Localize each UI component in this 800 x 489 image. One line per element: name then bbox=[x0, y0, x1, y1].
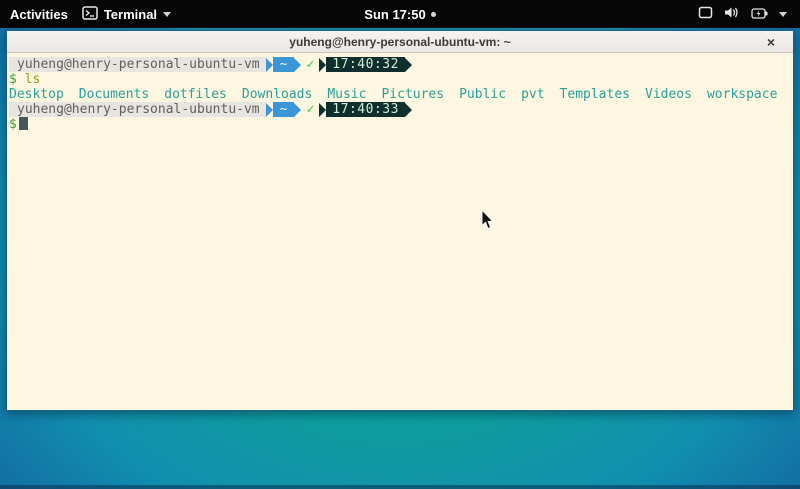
battery-charging-icon bbox=[751, 7, 768, 22]
window-title: yuheng@henry-personal-ubuntu-vm: ~ bbox=[289, 35, 510, 49]
text-cursor bbox=[19, 117, 28, 130]
activities-button[interactable]: Activities bbox=[10, 7, 68, 22]
display-icon bbox=[698, 6, 713, 22]
gnome-top-bar: Activities Terminal Sun 17:50 bbox=[0, 0, 800, 28]
ls-output-line: Desktop Documents dotfiles Downloads Mus… bbox=[9, 87, 793, 102]
window-titlebar[interactable]: yuheng@henry-personal-ubuntu-vm: ~ × bbox=[7, 31, 793, 53]
notification-dot-icon bbox=[431, 12, 436, 17]
powerline-arrow-icon bbox=[266, 103, 273, 117]
powerline-arrow-icon bbox=[405, 103, 412, 117]
prompt-time-segment: 17:40:33 bbox=[326, 102, 405, 117]
prompt-status-check-icon: ✓ bbox=[301, 57, 319, 72]
prompt-dir-segment: ~ bbox=[273, 102, 295, 117]
directory-name: workspace bbox=[707, 87, 777, 102]
prompt-user-segment: yuheng@henry-personal-ubuntu-vm bbox=[9, 102, 266, 117]
app-menu-label: Terminal bbox=[104, 7, 157, 22]
desktop: Activities Terminal Sun 17:50 bbox=[0, 0, 800, 489]
powerline-arrow-icon bbox=[294, 103, 301, 117]
powerline-arrow-icon bbox=[266, 58, 273, 72]
prompt-line: yuheng@henry-personal-ubuntu-vm ~ ✓ 17:4… bbox=[9, 102, 793, 117]
directory-name: Music bbox=[327, 87, 366, 102]
system-status-area[interactable] bbox=[698, 0, 800, 28]
directory-name: Videos bbox=[645, 87, 692, 102]
directory-name: Pictures bbox=[381, 87, 444, 102]
terminal-content[interactable]: yuheng@henry-personal-ubuntu-vm ~ ✓ 17:4… bbox=[7, 53, 793, 410]
directory-name: Desktop bbox=[9, 87, 64, 102]
typed-command: ls bbox=[25, 72, 41, 87]
input-line[interactable]: $ bbox=[9, 117, 793, 132]
chevron-down-icon bbox=[779, 12, 787, 17]
directory-name: dotfiles bbox=[164, 87, 227, 102]
clock-button[interactable]: Sun 17:50 bbox=[364, 7, 435, 22]
directory-name: Documents bbox=[79, 87, 149, 102]
volume-icon bbox=[724, 6, 740, 22]
prompt-status-check-icon: ✓ bbox=[301, 102, 319, 117]
close-button[interactable]: × bbox=[761, 31, 781, 53]
terminal-window: yuheng@henry-personal-ubuntu-vm: ~ × yuh… bbox=[6, 30, 794, 411]
terminal-icon bbox=[82, 6, 98, 23]
command-line: $ ls bbox=[9, 72, 793, 87]
powerline-arrow-icon bbox=[319, 58, 326, 72]
app-menu-terminal[interactable]: Terminal bbox=[82, 6, 171, 23]
directory-name: Templates bbox=[560, 87, 630, 102]
prompt-dir-segment: ~ bbox=[273, 57, 295, 72]
directory-name: Public bbox=[459, 87, 506, 102]
directory-name: Downloads bbox=[242, 87, 312, 102]
prompt-time-segment: 17:40:32 bbox=[326, 57, 405, 72]
powerline-arrow-icon bbox=[405, 58, 412, 72]
powerline-arrow-icon bbox=[319, 103, 326, 117]
prompt-symbol: $ bbox=[9, 117, 17, 132]
clock-label: Sun 17:50 bbox=[364, 7, 425, 22]
chevron-down-icon bbox=[163, 12, 171, 17]
prompt-user-segment: yuheng@henry-personal-ubuntu-vm bbox=[9, 57, 266, 72]
prompt-symbol: $ bbox=[9, 72, 17, 87]
directory-name: pvt bbox=[521, 87, 544, 102]
powerline-arrow-icon bbox=[294, 58, 301, 72]
prompt-line: yuheng@henry-personal-ubuntu-vm ~ ✓ 17:4… bbox=[9, 57, 793, 72]
